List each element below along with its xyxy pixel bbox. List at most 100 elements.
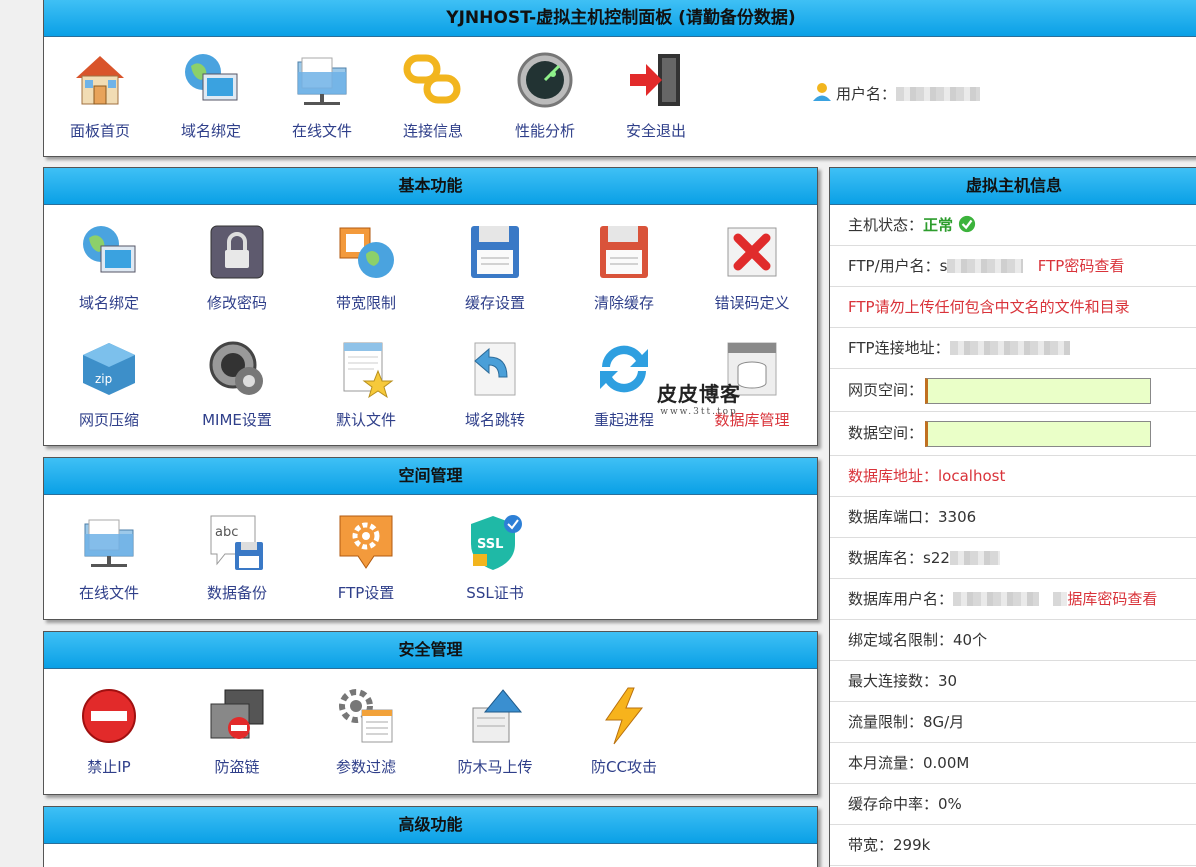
cache-hit-row: 缓存命中率：0% — [830, 784, 1196, 825]
basic-cache-settings[interactable]: 缓存设置 — [439, 220, 551, 313]
basic-mime-settings[interactable]: MIME设置 — [181, 337, 293, 430]
host-status-row: 主机状态：正常 — [830, 205, 1196, 246]
network-folder-icon — [290, 48, 354, 112]
zip-box-icon — [77, 337, 141, 401]
db-name-redacted — [949, 551, 1000, 565]
basic-error-codes[interactable]: 错误码定义 — [696, 220, 808, 313]
web-space-label: 网页空间： — [848, 381, 924, 399]
nav-connection-info[interactable]: 连接信息 — [377, 48, 489, 141]
nav-performance-label: 性能分析 — [514, 122, 575, 140]
upload-arrow-icon — [463, 684, 527, 748]
db-user-redacted — [953, 592, 1040, 606]
bandwidth-row: 带宽：299k — [830, 825, 1196, 866]
tile-label: 网页压缩 — [78, 411, 139, 429]
basic-change-password[interactable]: 修改密码 — [181, 220, 293, 313]
ftp-password-link[interactable]: FTP密码查看 — [1038, 257, 1125, 275]
security-anti-cc[interactable]: 防CC攻击 — [568, 684, 680, 777]
nav-home[interactable]: 面板首页 — [44, 48, 156, 141]
ftp-user-label: FTP/用户名： — [848, 257, 940, 275]
username-label: 用户名： — [836, 85, 897, 103]
tile-label: 错误码定义 — [714, 294, 790, 312]
tile-label: 默认文件 — [335, 411, 396, 429]
advanced-functions-panel: 高级功能 — [43, 806, 818, 867]
username-display: 用户名： — [812, 82, 981, 104]
tile-label: 重起进程 — [593, 411, 654, 429]
db-space-label: 数据空间： — [848, 424, 924, 442]
domain-limit: 绑定域名限制：40个 — [848, 631, 988, 649]
nav-logout-label: 安全退出 — [625, 122, 686, 140]
tile-label: 域名绑定 — [78, 294, 139, 312]
space-management-panel: 空间管理 在线文件 数据备份 FTP设置 SSL证书 — [43, 457, 818, 620]
space-online-files[interactable]: 在线文件 — [53, 510, 165, 603]
ftp-address-redacted — [949, 341, 1070, 355]
ftp-warning-row: FTP请勿上传任何包含中文名的文件和目录 — [830, 287, 1196, 328]
ftp-user-row: FTP/用户名：s FTP密码查看 — [830, 246, 1196, 287]
host-info-panel: 虚拟主机信息 主机状态：正常 FTP/用户名：s FTP密码查看 FTP请勿上传… — [829, 167, 1196, 867]
tile-label: 禁止IP — [87, 758, 131, 776]
basic-domain-binding[interactable]: 域名绑定 — [53, 220, 165, 313]
month-traffic-row: 本月流量：0.00M — [830, 743, 1196, 784]
security-management-panel: 安全管理 禁止IP 防盗链 参数过滤 防木马上传 防CC攻击 — [43, 631, 818, 795]
basic-domain-redirect[interactable]: 域名跳转 — [439, 337, 551, 430]
db-pwd-redacted — [1053, 592, 1068, 606]
space-ftp-settings[interactable]: FTP设置 — [310, 510, 422, 603]
space-data-backup[interactable]: 数据备份 — [181, 510, 293, 603]
tile-label: 防盗链 — [214, 758, 260, 776]
security-anti-leech[interactable]: 防盗链 — [181, 684, 293, 777]
refresh-icon — [592, 337, 656, 401]
db-space-row: 数据空间： — [830, 412, 1196, 456]
red-x-icon — [720, 220, 784, 284]
nav-online-files[interactable]: 在线文件 — [266, 48, 378, 141]
db-user-row: 数据库用户名： 据库密码查看 — [830, 579, 1196, 620]
space-management-title: 空间管理 — [44, 458, 817, 495]
chain-link-icon — [401, 48, 465, 112]
lightning-icon — [592, 684, 656, 748]
no-entry-icon — [77, 684, 141, 748]
security-anti-trojan[interactable]: 防木马上传 — [439, 684, 551, 777]
watermark-url: www.3tt.top — [660, 407, 738, 417]
nav-performance[interactable]: 性能分析 — [489, 48, 601, 141]
nav-logout[interactable]: 安全退出 — [600, 48, 712, 141]
ssl-shield-icon — [463, 510, 527, 574]
speaker-gear-icon — [205, 337, 269, 401]
advanced-functions-title: 高级功能 — [44, 807, 817, 844]
max-connections-row: 最大连接数：30 — [830, 661, 1196, 702]
tile-label: 缓存设置 — [464, 294, 525, 312]
security-block-ip[interactable]: 禁止IP — [53, 684, 165, 777]
bandwidth: 带宽：299k — [848, 836, 931, 854]
top-panel: YJNHOST-虚拟主机控制面板 (请勤备份数据) 面板首页 域名绑定 在线文件… — [43, 0, 1196, 157]
db-user-label: 数据库用户名： — [848, 590, 954, 608]
host-status-value: 正常 — [923, 216, 954, 234]
basic-clear-cache[interactable]: 清除缓存 — [568, 220, 680, 313]
basic-functions-title: 基本功能 — [44, 168, 817, 205]
host-status-label: 主机状态： — [848, 216, 924, 234]
nav-domain-binding-label: 域名绑定 — [180, 122, 241, 140]
security-param-filter[interactable]: 参数过滤 — [310, 684, 422, 777]
check-icon — [958, 215, 976, 233]
db-password-link[interactable]: 据库密码查看 — [1067, 590, 1157, 608]
ftp-gear-icon — [334, 510, 398, 574]
tile-label: 防木马上传 — [457, 758, 533, 776]
tile-label: 防CC攻击 — [591, 758, 657, 776]
watermark-title: 皮皮博客 — [657, 382, 741, 406]
domain-limit-row: 绑定域名限制：40个 — [830, 620, 1196, 661]
cache-hit-rate: 缓存命中率：0% — [848, 795, 962, 813]
username-redacted — [896, 87, 981, 101]
basic-web-compression[interactable]: 网页压缩 — [53, 337, 165, 430]
document-star-icon — [334, 337, 398, 401]
backup-disk-icon — [205, 510, 269, 574]
basic-default-file[interactable]: 默认文件 — [310, 337, 422, 430]
ftp-user-redacted — [947, 259, 1024, 273]
redirect-arrow-icon — [463, 337, 527, 401]
web-space-row: 网页空间： — [830, 369, 1196, 412]
ftp-user-value: s — [939, 257, 948, 275]
space-ssl-cert[interactable]: SSL证书 — [439, 510, 551, 603]
globe-monitor-icon — [179, 48, 243, 112]
nav-domain-binding[interactable]: 域名绑定 — [155, 48, 267, 141]
ftp-address-label: FTP连接地址： — [848, 339, 950, 357]
basic-bandwidth-limit[interactable]: 带宽限制 — [310, 220, 422, 313]
network-folder-icon — [77, 510, 141, 574]
nav-home-label: 面板首页 — [69, 122, 130, 140]
nav-online-files-label: 在线文件 — [291, 122, 352, 140]
tile-label: 带宽限制 — [335, 294, 396, 312]
